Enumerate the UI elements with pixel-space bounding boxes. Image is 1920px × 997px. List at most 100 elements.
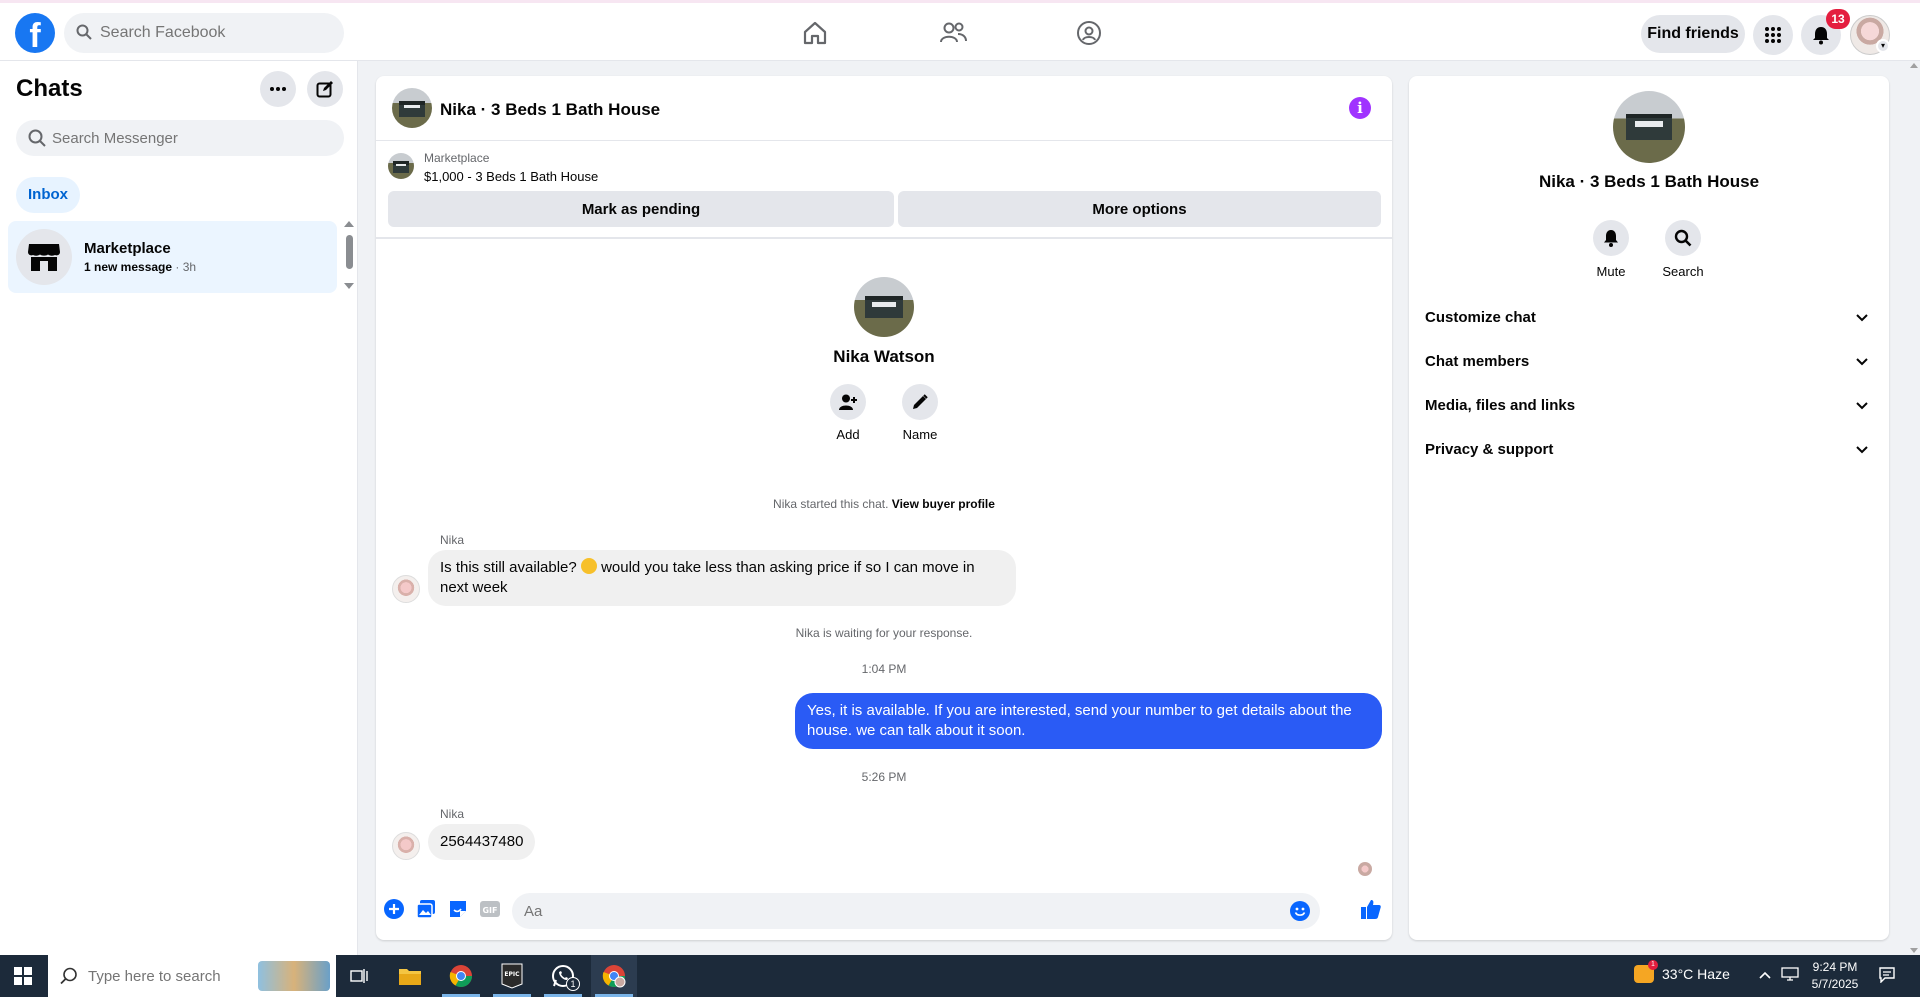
- photo-icon[interactable]: [416, 899, 436, 919]
- scroll-down-arrow-icon[interactable]: [1910, 948, 1918, 953]
- intro-contact-name: Nika Watson: [833, 347, 935, 366]
- view-buyer-profile-link[interactable]: View buyer profile: [892, 497, 995, 511]
- system-clock[interactable]: 9:24 PM 5/7/2025: [1800, 959, 1870, 993]
- conversation-panel: Nika · 3 Beds 1 Bath House i Marketplace…: [376, 76, 1392, 940]
- conversation-preview-text: 1 new message: [84, 260, 173, 274]
- file-explorer-icon[interactable]: [387, 955, 433, 997]
- mark-as-pending-button[interactable]: Mark as pending: [388, 191, 894, 227]
- taskbar-search-input[interactable]: [88, 955, 258, 997]
- windows-start-icon[interactable]: [0, 955, 46, 997]
- header-divider: [376, 140, 1392, 141]
- details-title: Nika · 3 Beds 1 Bath House: [1538, 172, 1760, 191]
- thumbs-up-icon[interactable]: [1359, 897, 1383, 921]
- chats-heading: Chats: [16, 75, 83, 102]
- chevron-down-icon: [1856, 402, 1868, 410]
- home-icon[interactable]: [799, 17, 831, 49]
- search-action[interactable]: Search: [1653, 220, 1713, 279]
- storefront-icon: [16, 229, 72, 285]
- mute-action[interactable]: Mute: [1581, 220, 1641, 279]
- epic-games-icon[interactable]: EPIC: [489, 955, 535, 997]
- chevron-down-icon[interactable]: ▾: [1876, 39, 1890, 53]
- chevron-up-icon[interactable]: [1759, 967, 1771, 982]
- privacy-support-section[interactable]: Privacy & support: [1417, 428, 1881, 472]
- more-options-icon[interactable]: [260, 71, 296, 107]
- task-view-icon[interactable]: [336, 955, 382, 997]
- chat-started-text: Nika started this chat.: [773, 497, 889, 511]
- chrome-icon[interactable]: [438, 955, 484, 997]
- svg-text:EPIC: EPIC: [504, 971, 520, 978]
- search-label: Search: [1662, 264, 1704, 279]
- listing-avatar[interactable]: [392, 88, 432, 128]
- add-person-icon[interactable]: [830, 384, 866, 420]
- facebook-search-input[interactable]: [100, 13, 330, 53]
- conversation-time: · 3h: [172, 260, 197, 274]
- incoming-message[interactable]: Is this still available? would you take …: [428, 550, 1016, 606]
- sticker-icon[interactable]: [448, 899, 468, 919]
- messenger-search-box[interactable]: [16, 120, 344, 156]
- outgoing-message[interactable]: Yes, it is available. If you are interes…: [795, 693, 1382, 749]
- message-composer[interactable]: [512, 893, 1320, 929]
- messenger-search-input[interactable]: [52, 120, 332, 156]
- menu-grid-icon[interactable]: [1753, 15, 1793, 55]
- weather-widget[interactable]: 1 33°C Haze: [1634, 960, 1730, 983]
- section-title: Customize chat: [1425, 309, 1536, 326]
- incoming-message[interactable]: 2564437480: [428, 824, 536, 860]
- facebook-search-box[interactable]: [64, 13, 344, 53]
- section-title: Media, files and links: [1425, 397, 1576, 414]
- sidebar-scrollbar[interactable]: [343, 221, 355, 289]
- add-action[interactable]: Add: [818, 384, 878, 442]
- network-icon[interactable]: [1781, 967, 1799, 984]
- search-icon[interactable]: [1665, 220, 1701, 256]
- message-timestamp: 1:04 PM: [861, 662, 907, 676]
- chevron-down-icon: [1856, 446, 1868, 454]
- conversation-item-marketplace[interactable]: Marketplace 1 new message · 3h: [8, 221, 337, 293]
- notification-center-icon[interactable]: [1879, 967, 1895, 986]
- name-label: Name: [902, 427, 938, 442]
- friends-icon[interactable]: [937, 17, 969, 49]
- page-scrollbar[interactable]: [1908, 61, 1920, 955]
- marketplace-label: Marketplace: [424, 151, 490, 165]
- taskbar-search-box[interactable]: [48, 955, 336, 997]
- emoji-picker-icon[interactable]: [1290, 901, 1310, 926]
- more-options-button[interactable]: More options: [898, 191, 1381, 227]
- details-avatar[interactable]: [1613, 91, 1685, 163]
- media-files-links-section[interactable]: Media, files and links: [1417, 384, 1881, 428]
- gif-icon[interactable]: GIF: [480, 899, 500, 919]
- name-action[interactable]: Name: [890, 384, 950, 442]
- message-sender: Nika: [440, 533, 465, 547]
- customize-chat-section[interactable]: Customize chat: [1417, 296, 1881, 340]
- chat-members-section[interactable]: Chat members: [1417, 340, 1881, 384]
- conversation-title[interactable]: Nika · 3 Beds 1 Bath House: [440, 100, 660, 120]
- message-input[interactable]: [524, 893, 1264, 929]
- find-friends-button[interactable]: Find friends: [1641, 15, 1745, 53]
- top-navigation-bar: f Find friends 13 ▾: [0, 0, 1920, 61]
- scroll-down-arrow-icon[interactable]: [344, 283, 354, 289]
- sender-avatar[interactable]: [392, 575, 420, 603]
- pencil-icon[interactable]: [902, 384, 938, 420]
- clock-time: 9:24 PM: [1812, 960, 1858, 974]
- conversation-preview: 1 new message · 3h: [84, 260, 196, 274]
- windows-taskbar: EPIC 1 1 33°C Haze 9:24 PM 5/7/2025: [0, 955, 1920, 997]
- chrome-profile-icon[interactable]: [591, 955, 637, 997]
- mute-label: Mute: [1596, 264, 1626, 279]
- listing-price-title[interactable]: $1,000 - 3 Beds 1 Bath House: [424, 169, 598, 184]
- groups-icon[interactable]: [1073, 17, 1105, 49]
- whatsapp-icon[interactable]: 1: [540, 955, 586, 997]
- scrollbar-thumb[interactable]: [346, 235, 353, 269]
- listing-thumbnail[interactable]: [388, 153, 414, 179]
- sender-avatar[interactable]: [392, 832, 420, 860]
- scroll-up-arrow-icon[interactable]: [344, 221, 354, 227]
- facebook-logo-icon[interactable]: f: [15, 13, 55, 53]
- bell-icon[interactable]: [1593, 220, 1629, 256]
- weather-text: 33°C Haze: [1662, 966, 1730, 982]
- message-timestamp: 5:26 PM: [861, 770, 907, 784]
- scroll-up-arrow-icon[interactable]: [1910, 63, 1918, 68]
- search-icon: [28, 129, 46, 152]
- info-icon[interactable]: i: [1349, 97, 1371, 119]
- conversation-name: Marketplace: [84, 240, 171, 257]
- whatsapp-unread-badge: 1: [566, 977, 580, 991]
- new-message-icon[interactable]: [307, 71, 343, 107]
- inbox-filter-tab[interactable]: Inbox: [16, 177, 80, 213]
- plus-circle-icon[interactable]: [384, 899, 404, 919]
- smile-emoji-icon: [580, 558, 597, 574]
